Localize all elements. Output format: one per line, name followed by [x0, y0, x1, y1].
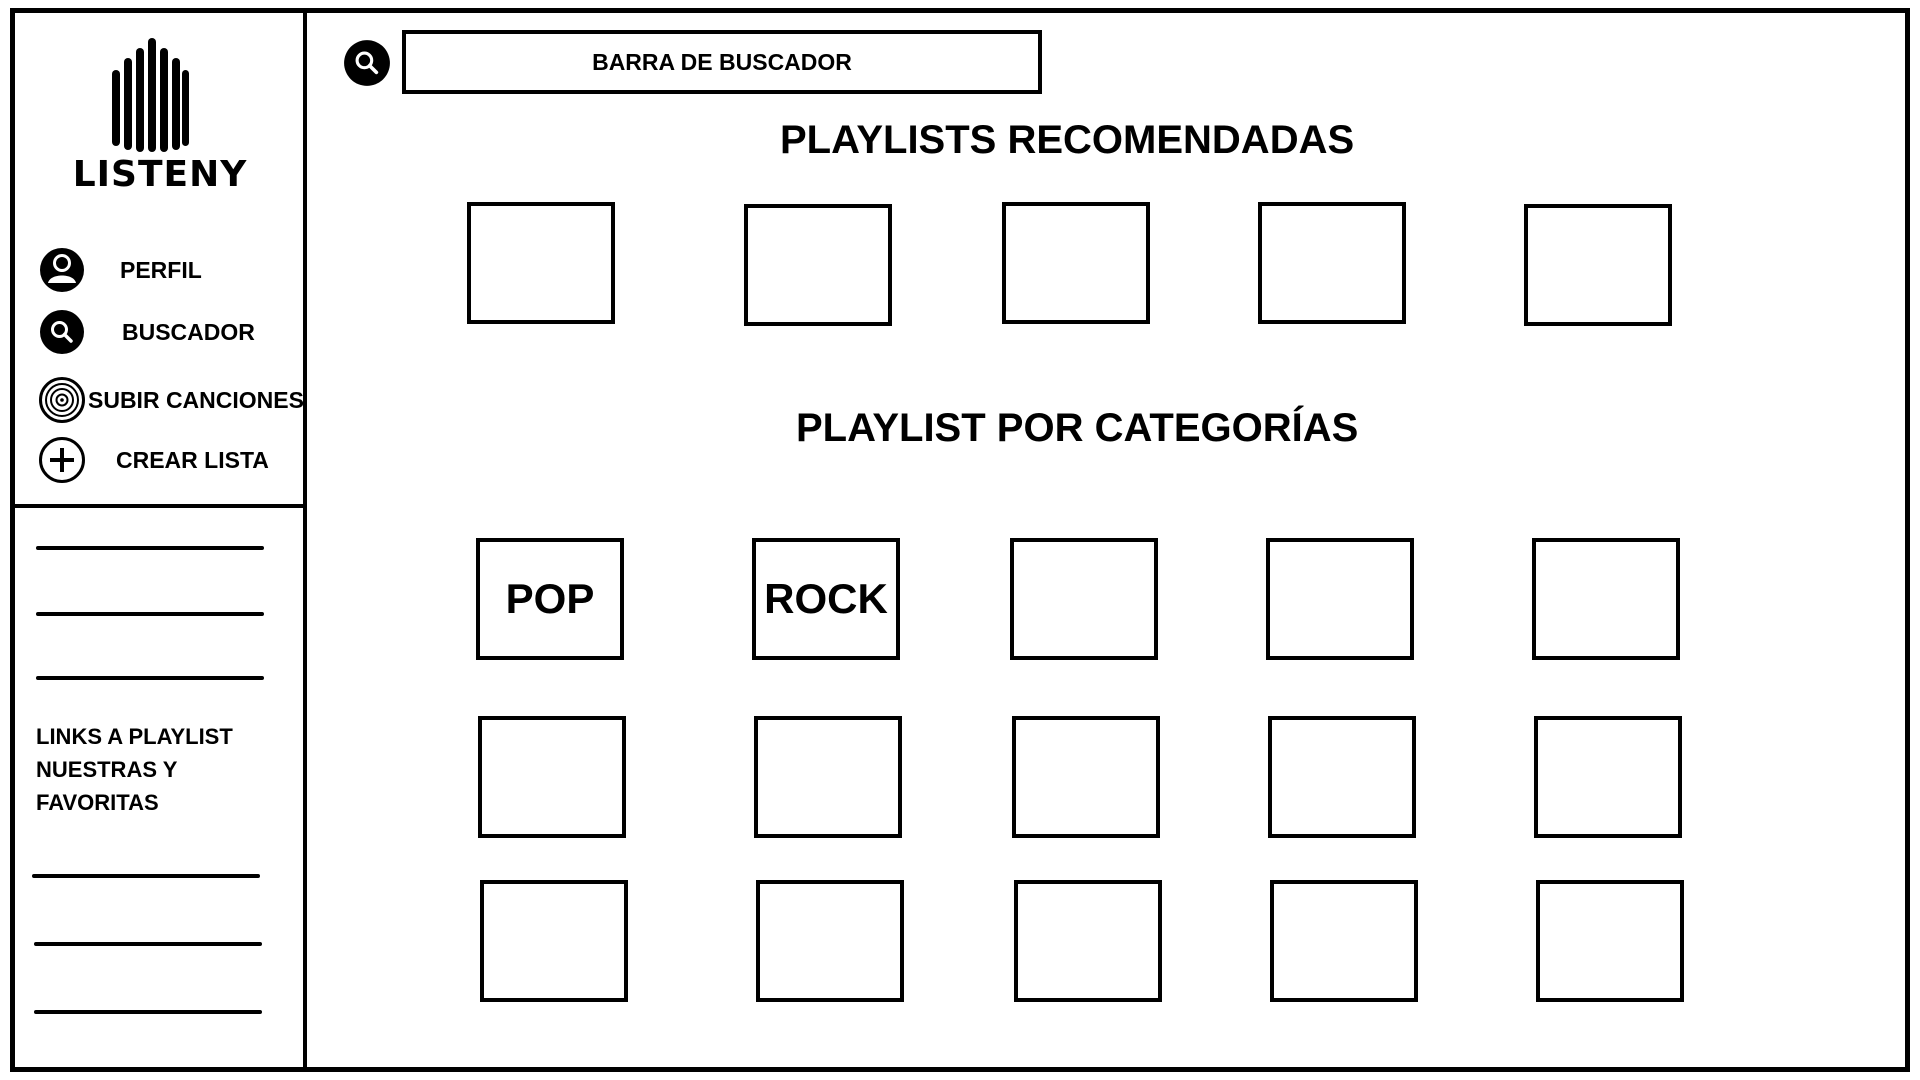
plus-circle-icon [39, 437, 85, 483]
sidebar-item-label: BUSCADOR [122, 318, 255, 345]
sidebar-item-label: SUBIR CANCIONES [88, 386, 304, 413]
category-playlist-tile[interactable] [1266, 538, 1414, 660]
search-icon [40, 310, 84, 354]
playlist-link-line[interactable] [32, 874, 260, 878]
sidebar: LISTENY PERFIL BUSCADOR SUBIR CANCIONES … [10, 8, 307, 1072]
sidebar-item-label: PERFIL [120, 256, 202, 283]
category-playlist-tile[interactable] [1536, 880, 1684, 1002]
search-input[interactable]: BARRA DE BUSCADOR [402, 30, 1042, 94]
category-playlist-tile[interactable] [756, 880, 904, 1002]
category-playlist-tile[interactable] [1268, 716, 1416, 838]
categories-title: PLAYLIST POR CATEGORÍAS [796, 406, 1359, 450]
app-name: LISTENY [72, 154, 248, 195]
search-input-label: BARRA DE BUSCADOR [592, 48, 852, 75]
recommended-playlist-tile[interactable] [467, 202, 615, 324]
playlist-link-line[interactable] [36, 612, 264, 616]
category-playlist-tile[interactable] [1012, 716, 1160, 838]
playlist-link-line[interactable] [34, 942, 262, 946]
recommended-playlist-tile[interactable] [1524, 204, 1672, 326]
recommended-title: PLAYLISTS RECOMENDADAS [780, 118, 1355, 162]
recommended-playlist-tile[interactable] [1002, 202, 1150, 324]
category-playlist-tile[interactable] [478, 716, 626, 838]
playlist-link-line[interactable] [36, 676, 264, 680]
sidebar-item-label: CREAR LISTA [116, 446, 269, 473]
user-icon [40, 248, 84, 292]
app-logo[interactable]: LISTENY [70, 36, 250, 206]
category-playlist-tile[interactable] [480, 880, 628, 1002]
category-playlist-tile[interactable]: ROCK [752, 538, 900, 660]
playlist-link-line[interactable] [36, 546, 264, 550]
category-playlist-tile[interactable] [1534, 716, 1682, 838]
vinyl-icon [39, 377, 85, 423]
playlist-links-caption: LINKS A PLAYLIST NUESTRAS Y FAVORITAS [36, 724, 233, 815]
category-playlist-tile[interactable] [1010, 538, 1158, 660]
category-playlist-tile[interactable] [754, 716, 902, 838]
sidebar-item-perfil[interactable]: PERFIL [38, 244, 308, 296]
sidebar-item-buscador[interactable]: BUSCADOR [38, 306, 308, 358]
logo-bars-icon [112, 38, 189, 152]
category-playlist-tile[interactable] [1014, 880, 1162, 1002]
recommended-playlist-tile[interactable] [1258, 202, 1406, 324]
category-playlist-tile[interactable] [1532, 538, 1680, 660]
sidebar-item-crear-lista[interactable]: CREAR LISTA [38, 434, 308, 486]
sidebar-nav-section: LISTENY PERFIL BUSCADOR SUBIR CANCIONES … [10, 8, 304, 508]
sidebar-item-subir-canciones[interactable]: SUBIR CANCIONES [38, 374, 308, 426]
category-playlist-tile[interactable] [1270, 880, 1418, 1002]
category-playlist-tile[interactable]: POP [476, 538, 624, 660]
search-icon[interactable] [342, 38, 392, 88]
recommended-playlist-tile[interactable] [744, 204, 892, 326]
playlist-link-line[interactable] [34, 1010, 262, 1014]
